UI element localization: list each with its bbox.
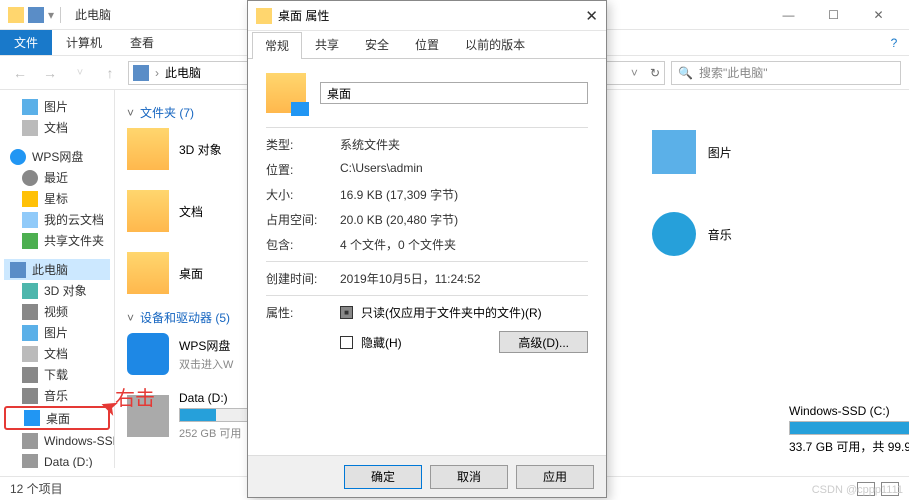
tree-docs2[interactable]: 文档 <box>4 343 110 364</box>
advanced-button[interactable]: 高级(D)... <box>499 331 588 353</box>
item-pics[interactable]: 图片 <box>652 127 732 177</box>
item-docs[interactable]: 文档 <box>127 189 222 233</box>
ribbon-tab-computer[interactable]: 计算机 <box>52 30 116 55</box>
item-3d[interactable]: 3D 对象 <box>127 127 222 171</box>
readonly-checkbox[interactable]: 只读(仅应用于文件夹中的文件)(R) <box>340 304 588 321</box>
dialog-folder-icon <box>266 73 306 113</box>
tree-pics2[interactable]: 图片 <box>4 322 110 343</box>
tree-3d[interactable]: 3D 对象 <box>4 280 110 301</box>
close-button[interactable]: ✕ <box>856 1 901 29</box>
tree-share[interactable]: 共享文件夹 <box>4 230 110 251</box>
item-desktop[interactable]: 桌面 <box>127 251 222 295</box>
item-music[interactable]: 音乐 <box>652 209 732 259</box>
help-button[interactable]: ? <box>879 30 909 55</box>
window-controls: — ☐ ✕ <box>766 1 901 29</box>
val-cont: 4 个文件，0 个文件夹 <box>340 236 456 253</box>
recent-button[interactable]: ˅ <box>68 61 92 85</box>
dialog-close-button[interactable]: ✕ <box>585 7 598 25</box>
dialog-tabs: 常规 共享 安全 位置 以前的版本 <box>248 31 606 59</box>
folder-icon <box>256 8 272 24</box>
hidden-checkbox[interactable] <box>340 336 353 349</box>
ribbon-tab-file[interactable]: 文件 <box>0 30 52 55</box>
tree-d[interactable]: Data (D:) <box>4 451 110 468</box>
chevron-icon: › <box>155 66 159 80</box>
tree-this-pc[interactable]: 此电脑 <box>4 259 110 280</box>
search-input[interactable]: 🔍 搜索"此电脑" <box>671 61 901 85</box>
qat: ▾ <box>8 7 54 23</box>
tree-documents[interactable]: 文档 <box>4 117 110 138</box>
apply-button[interactable]: 应用 <box>516 465 594 489</box>
dialog-titlebar[interactable]: 桌面 属性 ✕ <box>248 1 606 31</box>
pc-icon[interactable] <box>28 7 44 23</box>
search-placeholder: 搜索"此电脑" <box>699 64 768 81</box>
item-c-drive[interactable]: Windows-SSD (C:) 33.7 GB 可用，共 99.9 GB <box>789 404 909 455</box>
up-button[interactable]: ↑ <box>98 61 122 85</box>
name-input[interactable] <box>320 82 588 104</box>
dialog-footer: 确定 取消 应用 <box>248 455 606 497</box>
window-title: 此电脑 <box>75 6 111 23</box>
val-disk: 20.0 KB (20,480 字节) <box>340 211 458 228</box>
pc-icon <box>133 65 149 81</box>
tree-music[interactable]: 音乐 <box>4 385 110 406</box>
folder-icon[interactable] <box>8 7 24 23</box>
tree-wps[interactable]: WPS网盘 <box>4 146 110 167</box>
tree-pictures[interactable]: 图片 <box>4 96 110 117</box>
back-button[interactable]: ← <box>8 61 32 85</box>
tree-dl[interactable]: 下载 <box>4 364 110 385</box>
refresh-icon[interactable]: ↻ <box>650 66 660 80</box>
tab-location[interactable]: 位置 <box>402 31 452 58</box>
tree-c[interactable]: Windows-SSD ( <box>4 430 110 451</box>
search-icon: 🔍 <box>678 66 693 80</box>
properties-dialog: 桌面 属性 ✕ 常规 共享 安全 位置 以前的版本 类型:系统文件夹 位置:C:… <box>247 0 607 498</box>
tree-recent[interactable]: 最近 <box>4 167 110 188</box>
tree-video[interactable]: 视频 <box>4 301 110 322</box>
tab-share[interactable]: 共享 <box>302 31 352 58</box>
tab-general[interactable]: 常规 <box>252 32 302 59</box>
tree-star[interactable]: 星标 <box>4 188 110 209</box>
val-ct: 2019年10月5日，11:24:52 <box>340 270 481 287</box>
breadcrumb-loc[interactable]: 此电脑 <box>165 64 201 81</box>
val-size: 16.9 KB (17,309 字节) <box>340 186 458 203</box>
tree-cloud[interactable]: 我的云文档 <box>4 209 110 230</box>
cancel-button[interactable]: 取消 <box>430 465 508 489</box>
ribbon-tab-view[interactable]: 查看 <box>116 30 168 55</box>
tab-security[interactable]: 安全 <box>352 31 402 58</box>
chevron-down-icon[interactable]: ˅ <box>631 66 638 80</box>
tab-prev[interactable]: 以前的版本 <box>452 31 538 58</box>
ok-button[interactable]: 确定 <box>344 465 422 489</box>
val-loc: C:\Users\admin <box>340 161 423 178</box>
qat-dropdown[interactable]: ▾ <box>48 8 54 22</box>
watermark: CSDN @cppp1111 <box>812 484 903 496</box>
val-type: 系统文件夹 <box>340 136 400 153</box>
maximize-button[interactable]: ☐ <box>811 1 856 29</box>
forward-button[interactable]: → <box>38 61 62 85</box>
tree-desktop[interactable]: 桌面 <box>4 406 110 430</box>
dialog-title: 桌面 属性 <box>278 7 329 24</box>
status-text: 12 个项目 <box>10 480 63 497</box>
minimize-button[interactable]: — <box>766 1 811 29</box>
